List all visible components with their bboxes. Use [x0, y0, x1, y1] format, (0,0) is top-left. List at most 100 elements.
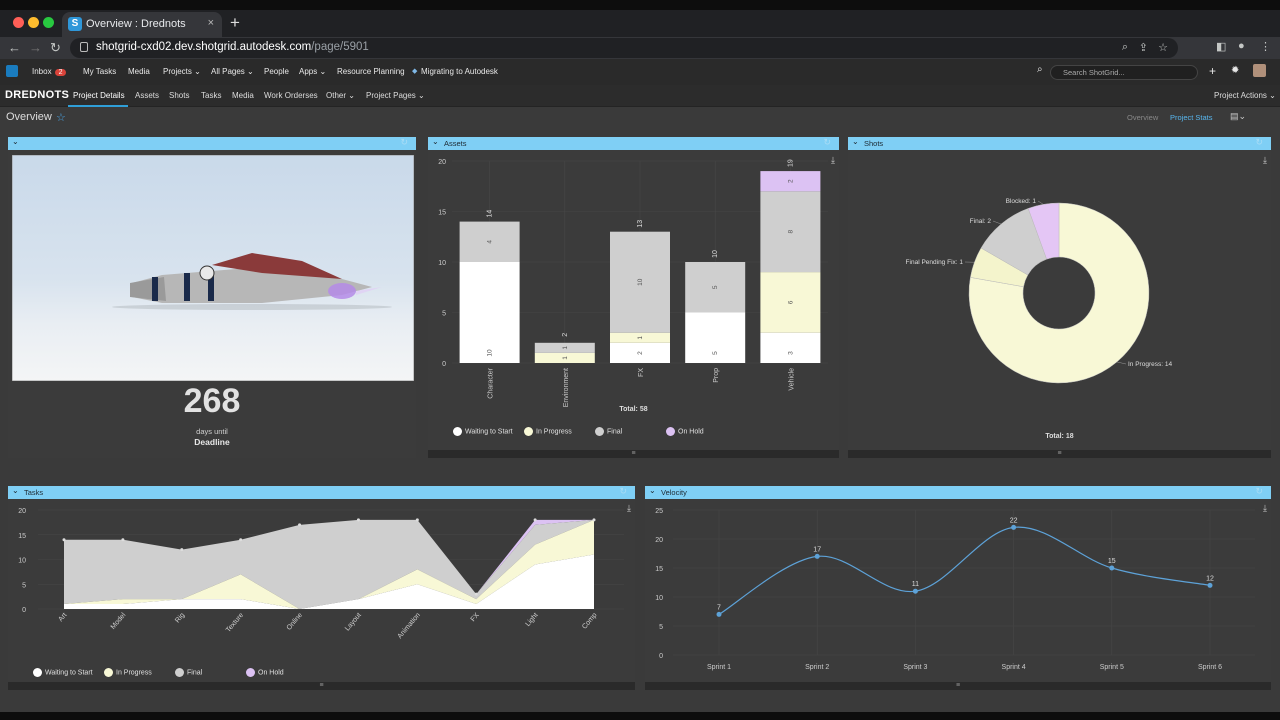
nav-migrating[interactable]: Migrating to Autodesk — [421, 67, 498, 76]
tab-tasks[interactable]: Tasks — [201, 91, 221, 100]
x-tick-label: Animation — [396, 612, 421, 640]
migrating-icon: ◆ — [412, 68, 418, 75]
nav-my-tasks[interactable]: My Tasks — [83, 67, 116, 76]
nav-projects[interactable]: Projects ⌄ — [163, 67, 201, 76]
new-tab-button[interactable]: + — [230, 13, 240, 33]
nav-apps[interactable]: Apps ⌄ — [299, 67, 326, 76]
project-name[interactable]: DREDNOTS — [5, 89, 69, 101]
tab-other[interactable]: Other ⌄ — [326, 91, 355, 100]
legend-on-hold[interactable]: On Hold — [666, 427, 704, 436]
panel-header: ⌄ Assets ↻ — [428, 137, 839, 150]
data-label: 15 — [1108, 558, 1116, 565]
x-tick-label: Environment — [563, 368, 570, 407]
legend-on-hold[interactable]: On Hold — [246, 668, 284, 677]
browser-menu-icon[interactable]: ⋮ — [1260, 40, 1271, 53]
data-point — [356, 518, 360, 522]
collapse-icon[interactable]: ⌄ — [12, 486, 19, 495]
bookmark-star-icon[interactable]: ☆ — [1158, 41, 1168, 54]
tab-project-details[interactable]: Project Details — [73, 91, 125, 100]
reload-icon[interactable]: ↻ — [50, 40, 61, 56]
collapse-icon[interactable]: ⌄ — [432, 137, 439, 146]
zoom-icon[interactable]: ⌕ — [1122, 41, 1128, 54]
legend-in-progress[interactable]: In Progress — [524, 427, 572, 436]
bar-total-label: 2 — [562, 333, 569, 337]
x-tick-label: Sprint 6 — [1198, 664, 1222, 671]
legend-waiting[interactable]: Waiting to Start — [453, 427, 513, 436]
tab-media[interactable]: Media — [232, 91, 254, 100]
refresh-icon[interactable]: ↻ — [1255, 486, 1263, 497]
minimize-window-button[interactable] — [28, 17, 39, 28]
legend-final[interactable]: Final — [175, 668, 202, 677]
velocity-chart: 0 5 10 15 20 25 Sprint 1 Sprint 2 Sprint 3 Sprint… — [655, 508, 1255, 671]
resize-handle-icon[interactable]: ≡ — [428, 450, 839, 458]
bar-total-label: 10 — [712, 250, 719, 258]
refresh-icon[interactable]: ↻ — [823, 137, 831, 148]
maximize-window-button[interactable] — [43, 17, 54, 28]
nav-resource-planning[interactable]: Resource Planning — [337, 67, 405, 76]
resize-handle-icon[interactable]: ≡ — [8, 682, 635, 690]
y-tick-label: 5 — [442, 311, 446, 318]
collapse-icon[interactable]: ⌄ — [852, 137, 859, 146]
nav-inbox-label: Inbox — [32, 67, 52, 76]
x-tick-label: Rig — [174, 612, 186, 625]
tab-project-pages[interactable]: Project Pages ⌄ — [366, 91, 425, 100]
browser-tab[interactable]: S Overview : Drednots × — [62, 12, 222, 37]
x-tick-label: Texture — [225, 612, 245, 634]
nav-media[interactable]: Media — [128, 67, 150, 76]
resize-handle-icon[interactable]: ≡ — [645, 682, 1271, 690]
search-icon[interactable]: ⌕ — [1037, 64, 1043, 75]
tab-shots[interactable]: Shots — [169, 91, 189, 100]
resize-handle-icon[interactable]: ≡ — [848, 450, 1271, 458]
tab-close-icon[interactable]: × — [208, 17, 214, 29]
data-point — [1109, 565, 1115, 571]
x-tick-label: Comp — [581, 612, 598, 631]
url-field[interactable]: shotgrid-cxd02.dev.shotgrid.autodesk.com… — [70, 38, 1178, 58]
deadline-label: Deadline — [194, 437, 230, 447]
project-nav-bar: DREDNOTS Project Details Assets Shots Ta… — [0, 85, 1280, 107]
close-window-button[interactable] — [13, 17, 24, 28]
search-input[interactable]: Search ShotGrid... — [1050, 65, 1198, 80]
bar-segment-label: 10 — [637, 278, 644, 286]
forward-icon[interactable]: → — [29, 40, 42, 55]
page-link-project-stats[interactable]: Project Stats — [1170, 113, 1213, 122]
page-menu-icon[interactable]: ▤⌄ — [1230, 111, 1246, 122]
tab-assets[interactable]: Assets — [135, 91, 159, 100]
bar-segment-label: 5 — [712, 285, 719, 289]
collapse-icon[interactable]: ⌄ — [12, 137, 19, 146]
avatar[interactable] — [1253, 64, 1266, 77]
add-icon[interactable]: + — [1209, 64, 1216, 78]
collapse-icon[interactable]: ⌄ — [649, 486, 656, 495]
profile-icon[interactable]: ● — [1238, 40, 1245, 52]
y-tick-label: 5 — [22, 582, 26, 589]
legend-waiting[interactable]: Waiting to Start — [33, 668, 93, 677]
legend-final[interactable]: Final — [595, 427, 622, 436]
refresh-icon[interactable]: ↻ — [400, 137, 408, 148]
nav-people[interactable]: People — [264, 67, 289, 76]
y-tick-label: 0 — [659, 653, 663, 660]
browser-window: S Overview : Drednots × + ← → ↻ shotgrid… — [0, 10, 1280, 712]
inbox-count-badge: 2 — [54, 69, 67, 76]
tab-work-orderses[interactable]: Work Orderses — [264, 91, 318, 100]
y-tick-label: 0 — [22, 607, 26, 614]
data-label: 7 — [717, 604, 721, 611]
legend-in-progress[interactable]: In Progress — [104, 668, 152, 677]
settings-icon[interactable]: ✹ — [1231, 65, 1239, 76]
legend-swatch — [595, 427, 604, 436]
share-icon[interactable]: ⇪ — [1139, 41, 1148, 54]
data-point — [592, 518, 596, 522]
legend-label: On Hold — [678, 428, 704, 436]
project-thumbnail — [12, 155, 414, 381]
refresh-icon[interactable]: ↻ — [1255, 137, 1263, 148]
shotgrid-logo-icon[interactable] — [6, 65, 18, 77]
project-actions-menu[interactable]: Project Actions ⌄ — [1214, 91, 1276, 100]
back-icon[interactable]: ← — [8, 40, 21, 55]
legend-swatch — [666, 427, 675, 436]
url-domain: autodesk.com — [239, 41, 312, 53]
nav-inbox[interactable]: Inbox 2 — [32, 67, 67, 76]
refresh-icon[interactable]: ↻ — [619, 486, 627, 497]
pie-label: Final Pending Fix: 1 — [906, 259, 964, 266]
sidepanel-icon[interactable]: ◧ — [1216, 40, 1226, 53]
page-link-overview[interactable]: Overview — [1127, 113, 1158, 122]
nav-all-pages[interactable]: All Pages ⌄ — [211, 67, 254, 76]
favorite-star-icon[interactable]: ☆ — [56, 111, 66, 124]
